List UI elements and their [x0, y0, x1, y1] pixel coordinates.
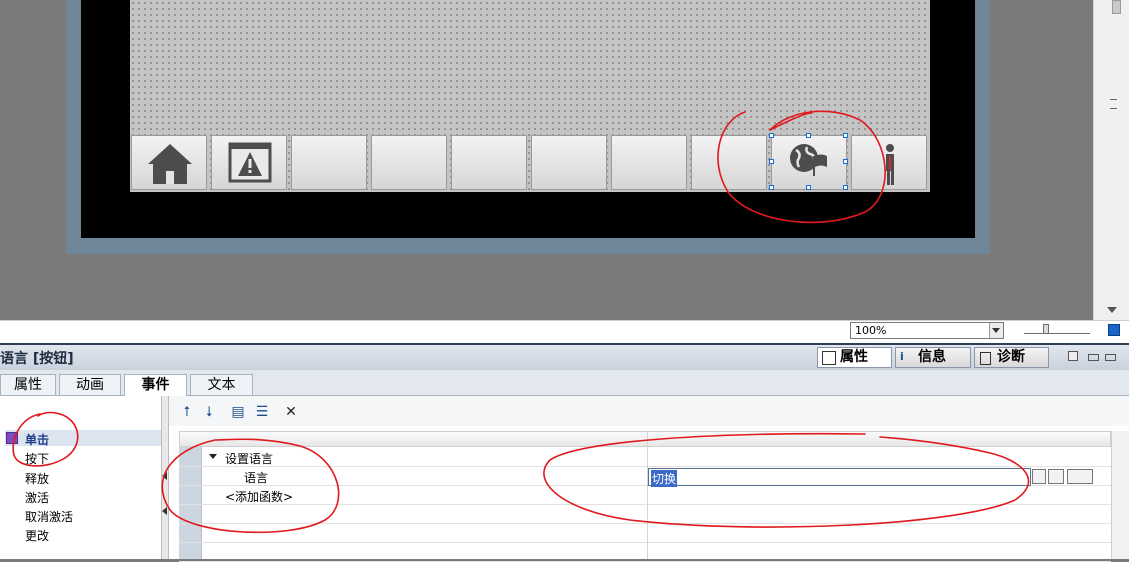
annotation-circle-function [161, 438, 340, 534]
annotation-circle-click-event [12, 411, 79, 467]
annotation-circle-language-button [717, 110, 886, 224]
annotation-circle-value [543, 432, 1030, 528]
red-annotations [12, 110, 1030, 534]
